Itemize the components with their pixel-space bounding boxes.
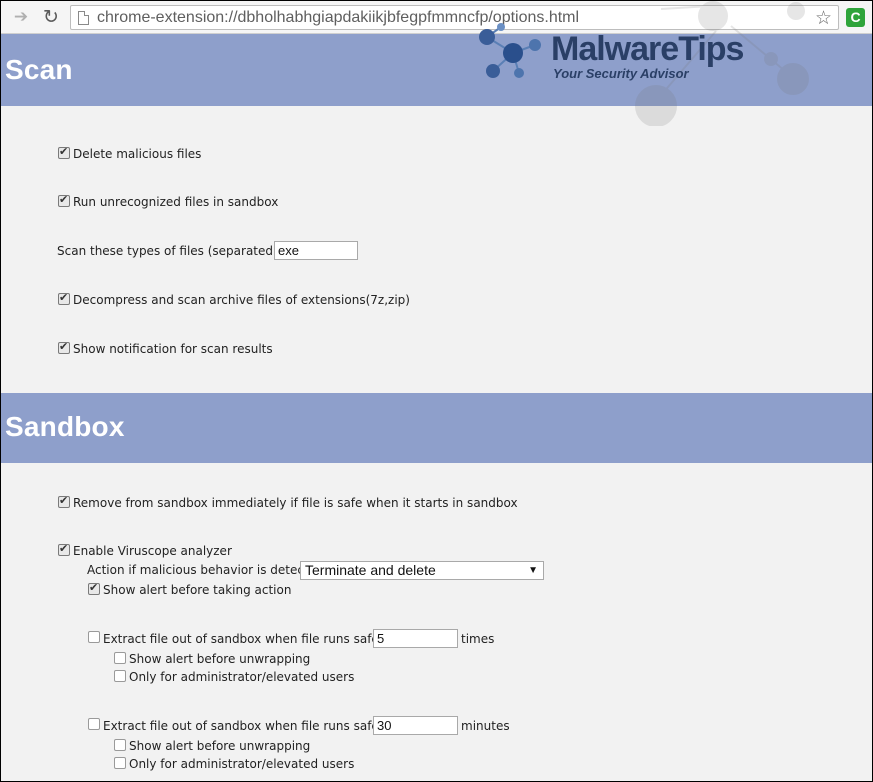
remove-immediately-checkbox[interactable]: [58, 494, 70, 508]
file-types-input[interactable]: exe: [274, 241, 358, 260]
show-notification-checkbox[interactable]: [58, 340, 70, 354]
extract-times-alert-checkbox[interactable]: [114, 652, 126, 664]
sandbox-title: Sandbox: [5, 411, 125, 442]
action-label: Action if malicious behavior is detected…: [87, 563, 328, 577]
malwaretips-logo: MalwareTips Your Security Advisor: [471, 1, 821, 126]
show-notification-label: Show notification for scan results: [73, 342, 273, 356]
file-types-label: Scan these types of files (separated by …: [57, 244, 309, 258]
extract-times-label: Extract file out of sandbox when file ru…: [103, 632, 410, 646]
decompress-checkbox[interactable]: [58, 291, 70, 305]
logo-brand-text: MalwareTips: [551, 30, 744, 69]
extract-times-admin-label: Only for administrator/elevated users: [129, 670, 355, 684]
logo-brand-part2: Tips: [678, 30, 744, 68]
logo-tagline: Your Security Advisor: [553, 66, 689, 81]
enable-viruscope-checkbox[interactable]: [58, 542, 70, 556]
action-select-value: Terminate and delete: [305, 562, 436, 578]
extract-minutes-admin-label: Only for administrator/elevated users: [129, 757, 355, 771]
extract-minutes-alert-checkbox[interactable]: [114, 739, 126, 751]
decompress-label: Decompress and scan archive files of ext…: [73, 293, 410, 307]
remove-immediately-label: Remove from sandbox immediately if file …: [73, 496, 518, 510]
forward-arrow-icon[interactable]: ➔: [11, 7, 31, 27]
browser-window: ➔ ↻ chrome-extension://dbholhabhgiapdaki…: [1, 1, 872, 781]
extract-minutes-unit: minutes: [461, 719, 510, 733]
page-icon: [78, 11, 89, 25]
scan-title: Scan: [5, 54, 73, 85]
run-unrecognized-checkbox[interactable]: [58, 193, 70, 207]
delete-malicious-checkbox[interactable]: [58, 145, 70, 159]
extract-times-unit: times: [461, 632, 495, 646]
run-unrecognized-label: Run unrecognized files in sandbox: [73, 195, 279, 209]
enable-viruscope-label: Enable Viruscope analyzer: [73, 544, 232, 558]
show-alert-action-checkbox[interactable]: [88, 581, 100, 595]
action-select[interactable]: Terminate and delete ▼: [300, 561, 544, 580]
extract-times-input[interactable]: 5: [373, 629, 458, 648]
sandbox-section-header: Sandbox: [1, 393, 872, 463]
extract-minutes-input[interactable]: 30: [373, 716, 458, 735]
show-alert-action-label: Show alert before taking action: [103, 583, 292, 597]
extract-minutes-admin-checkbox[interactable]: [114, 757, 126, 769]
extract-minutes-checkbox[interactable]: [88, 718, 100, 730]
extract-minutes-alert-label: Show alert before unwrapping: [129, 739, 311, 753]
logo-brand-part1: Malware: [551, 30, 679, 68]
extract-times-admin-checkbox[interactable]: [114, 670, 126, 682]
dropdown-arrow-icon: ▼: [528, 565, 538, 576]
reload-icon[interactable]: ↻: [41, 7, 61, 27]
extract-times-checkbox[interactable]: [88, 631, 100, 643]
extract-minutes-label: Extract file out of sandbox when file ru…: [103, 719, 410, 733]
delete-malicious-label: Delete malicious files: [73, 147, 202, 161]
extract-times-alert-label: Show alert before unwrapping: [129, 652, 311, 666]
extension-icon[interactable]: C: [846, 8, 865, 27]
